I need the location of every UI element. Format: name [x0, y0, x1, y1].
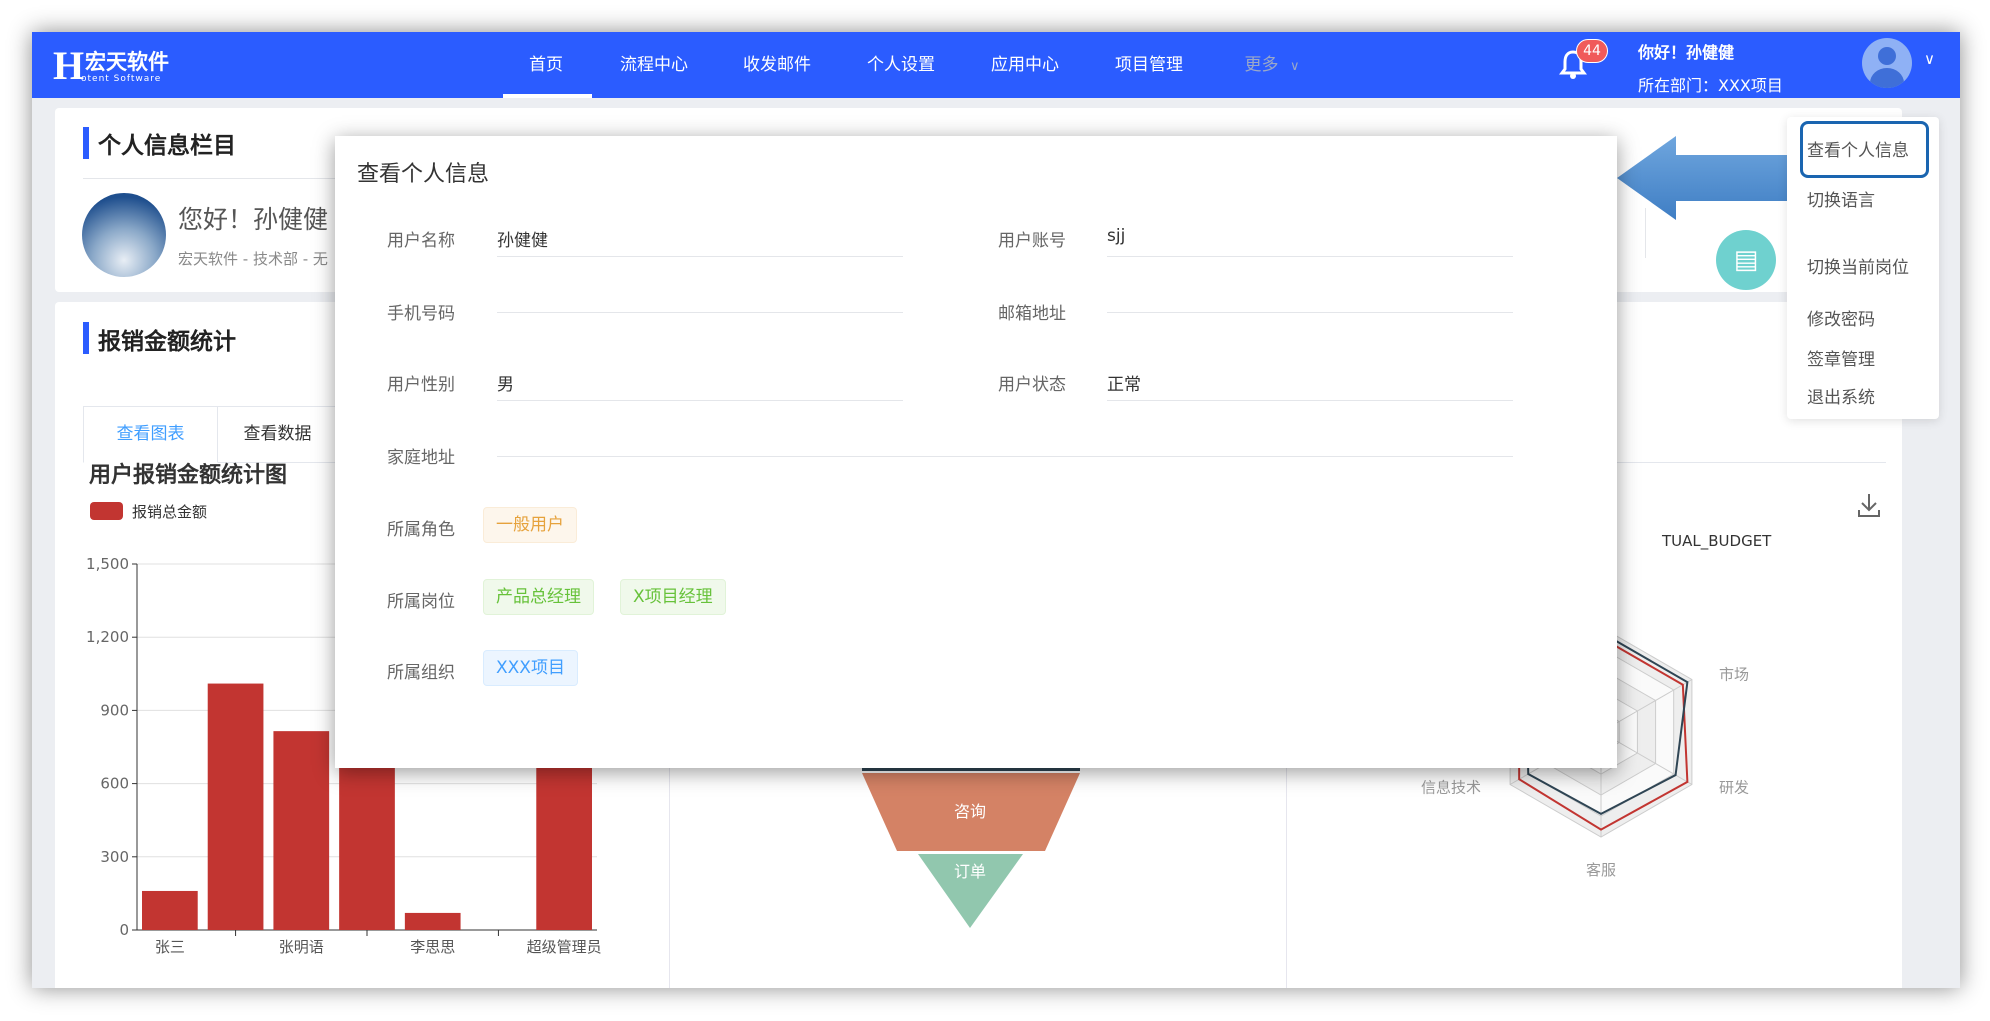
- account-label: 用户账号: [998, 231, 1066, 251]
- menu-view-profile[interactable]: 查看个人信息: [1807, 136, 1909, 161]
- bar: [536, 744, 592, 930]
- modal-title: 查看个人信息: [357, 162, 490, 187]
- bar-legend-swatch[interactable]: [90, 502, 123, 520]
- post-tag: 产品总经理: [483, 579, 594, 615]
- username-label: 用户名称: [387, 231, 455, 251]
- y-tick-label: 900: [100, 701, 129, 719]
- status-value[interactable]: 正常: [1107, 370, 1141, 395]
- menu-change-password[interactable]: 修改密码: [1807, 305, 1875, 330]
- gender-value[interactable]: 男: [497, 370, 514, 395]
- username-value[interactable]: 孙健健: [497, 226, 548, 251]
- menu-switch-post[interactable]: 切换当前岗位: [1807, 253, 1909, 278]
- radar-indicator-label: 研发: [1719, 779, 1749, 797]
- user-dropdown-menu: 查看个人信息 切换语言 切换当前岗位 修改密码 签章管理 退出系统: [1787, 117, 1939, 419]
- email-label: 邮箱地址: [998, 304, 1066, 324]
- radar-indicator-label: 市场: [1719, 666, 1749, 684]
- y-tick-label: 1,500: [86, 555, 129, 573]
- bar: [339, 754, 395, 930]
- y-tick-label: 1,200: [86, 628, 129, 646]
- y-tick-label: 600: [100, 775, 129, 793]
- phone-label: 手机号码: [387, 304, 455, 324]
- radar-indicator-label: 信息技术: [1421, 779, 1481, 797]
- profile-modal: 查看个人信息 用户名称 孙健健 用户账号 sjj 手机号码 邮箱地址 用户性别 …: [335, 136, 1617, 768]
- field-underline: [1107, 312, 1513, 313]
- address-label: 家庭地址: [387, 448, 455, 468]
- menu-switch-language[interactable]: 切换语言: [1807, 186, 1875, 211]
- status-label: 用户状态: [998, 375, 1066, 395]
- bar: [142, 890, 198, 930]
- field-underline: [1107, 400, 1513, 401]
- field-underline: [497, 400, 903, 401]
- radar-indicator-label: 客服: [1586, 861, 1616, 879]
- funnel-label: 咨询: [954, 802, 986, 821]
- field-underline: [497, 312, 903, 313]
- bar: [404, 912, 461, 930]
- y-tick-label: 0: [119, 921, 129, 939]
- menu-signature-management[interactable]: 签章管理: [1807, 345, 1875, 370]
- bar-legend-label[interactable]: 报销总金额: [132, 501, 207, 522]
- org-label: 所属组织: [387, 663, 455, 683]
- x-tick-label: 张三: [155, 938, 185, 956]
- role-tag: 一般用户: [483, 507, 577, 543]
- role-label: 所属角色: [387, 520, 455, 540]
- app-window: H 宏天软件 otent Software 首页 流程中心 收发邮件 个人设置 …: [32, 32, 1960, 988]
- x-tick-label: 张明语: [279, 938, 324, 956]
- y-tick-label: 300: [100, 848, 129, 866]
- field-underline: [1107, 256, 1513, 257]
- funnel-label: 订单: [954, 862, 986, 881]
- post-tag: X项目经理: [620, 579, 726, 615]
- field-underline: [497, 256, 903, 257]
- x-tick-label: 李思思: [410, 938, 455, 956]
- bar: [273, 731, 330, 930]
- field-underline: [497, 456, 1513, 457]
- gender-label: 用户性别: [387, 375, 455, 395]
- annotation-arrow-icon: [1617, 136, 1790, 220]
- account-value[interactable]: sjj: [1107, 226, 1125, 246]
- bar-chart-title: 用户报销金额统计图: [89, 463, 288, 488]
- x-tick-label: 超级管理员: [527, 938, 602, 956]
- org-tag: XXX项目: [483, 650, 578, 686]
- bar: [207, 683, 264, 930]
- post-label: 所属岗位: [387, 592, 455, 612]
- menu-logout[interactable]: 退出系统: [1807, 383, 1875, 408]
